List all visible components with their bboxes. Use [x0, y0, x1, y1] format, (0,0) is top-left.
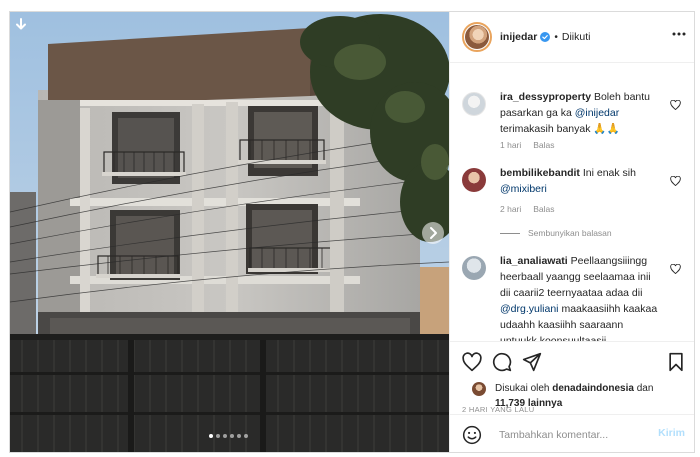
carousel-dot	[209, 434, 213, 438]
comment-input[interactable]	[499, 427, 649, 443]
carousel-dot	[237, 434, 241, 438]
commenter-avatar[interactable]	[462, 92, 486, 116]
comment-body: Ini enak sih	[582, 167, 636, 179]
owner-avatar[interactable]	[462, 22, 492, 52]
post-side-panel: inijedar • Diikuti ira_dessyproperty Bol…	[449, 12, 694, 452]
comments-list[interactable]: ira_dessyproperty Boleh bantu pasarkan g…	[450, 64, 694, 341]
post-comment-button[interactable]: Kirim	[658, 427, 685, 439]
liker-username[interactable]: denadaindonesia	[552, 383, 634, 394]
carousel-dot	[244, 434, 248, 438]
mention-link[interactable]: @inijedar	[575, 107, 620, 119]
following-status-button[interactable]: Diikuti	[562, 31, 591, 43]
liker-avatar[interactable]	[472, 382, 486, 396]
more-horizontal-icon[interactable]	[672, 32, 686, 36]
comment-text: lia_analiawati Peellaangsiiingg heerbaal…	[500, 253, 662, 341]
post-dialog: inijedar • Diikuti ira_dessyproperty Bol…	[9, 11, 695, 453]
commenter-username[interactable]: ira_dessyproperty	[500, 91, 591, 103]
carousel-dot	[223, 434, 227, 438]
hide-replies-button[interactable]: Sembunyikan balasan	[500, 228, 612, 238]
comment-time: 2 hari	[500, 204, 522, 214]
likes-prefix: Disukai oleh	[495, 383, 553, 394]
paper-plane-icon[interactable]	[522, 352, 542, 372]
emoji-smile-icon[interactable]	[462, 425, 482, 445]
header-separator: •	[554, 31, 558, 43]
post-header: inijedar • Diikuti	[450, 12, 694, 63]
add-comment-bar: Kirim	[450, 414, 694, 452]
post-timestamp[interactable]: 2 HARI YANG LALU	[462, 405, 534, 414]
divider	[500, 232, 520, 234]
commenter-avatar[interactable]	[462, 256, 486, 280]
bookmark-icon[interactable]	[666, 352, 686, 372]
next-slide-button[interactable]	[422, 222, 444, 244]
like-comment-heart-icon[interactable]	[670, 100, 681, 110]
likes-middle: dan	[633, 383, 654, 394]
comment-text: bembilikebandit Ini enak sih @mixiberi	[500, 165, 662, 197]
building-photo	[10, 12, 449, 452]
commenter-avatar[interactable]	[462, 168, 486, 192]
like-comment-heart-icon[interactable]	[670, 264, 681, 274]
reply-button[interactable]: Balas	[533, 140, 554, 150]
reply-button[interactable]: Balas	[533, 204, 554, 214]
mention-link[interactable]: @drg.yuliani	[500, 303, 559, 315]
verified-badge-icon	[540, 32, 551, 42]
hide-replies-label: Sembunyikan balasan	[528, 228, 612, 238]
heart-icon[interactable]	[462, 352, 482, 372]
carousel-dot	[230, 434, 234, 438]
mention-link[interactable]: @mixiberi	[500, 183, 547, 195]
carousel-indicator	[209, 434, 248, 438]
comment-body-end: terimakasih banyak 🙏🙏	[500, 123, 620, 135]
owner-username[interactable]: inijedar	[500, 31, 537, 43]
download-arrow-icon[interactable]	[14, 18, 28, 32]
comment-meta: 1 hari Balas	[500, 140, 567, 150]
comment-bubble-icon[interactable]	[492, 352, 512, 372]
carousel-dot	[216, 434, 220, 438]
commenter-username[interactable]: lia_analiawati	[500, 255, 568, 267]
like-comment-heart-icon[interactable]	[670, 176, 681, 186]
comment-time: 1 hari	[500, 140, 522, 150]
commenter-username[interactable]: bembilikebandit	[500, 167, 580, 179]
post-media[interactable]	[10, 12, 449, 452]
chevron-right-icon	[430, 227, 437, 239]
comment-meta: 2 hari Balas	[500, 204, 567, 214]
comment-text: ira_dessyproperty Boleh bantu pasarkan g…	[500, 89, 662, 137]
